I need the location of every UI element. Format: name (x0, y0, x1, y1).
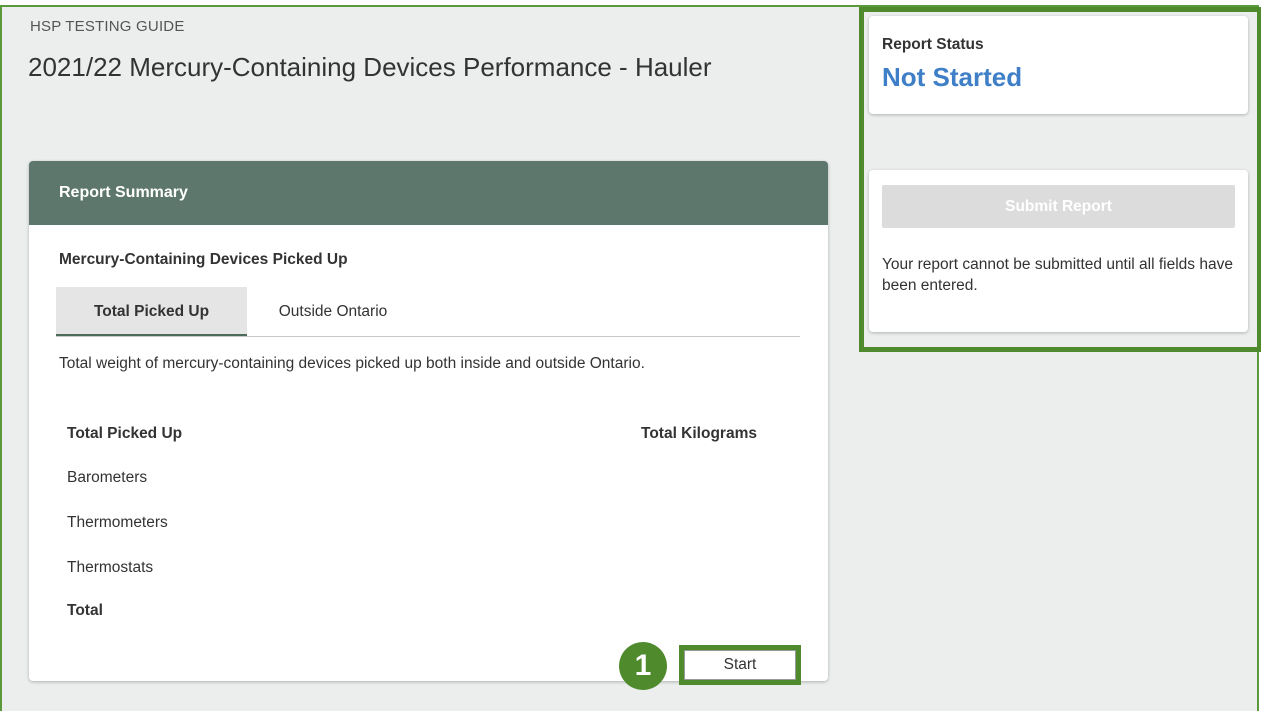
table-row-barometers: Barometers (67, 469, 148, 486)
submit-report-card: Submit Report Your report cannot be subm… (869, 170, 1248, 332)
submit-report-button[interactable]: Submit Report (882, 185, 1235, 228)
report-summary-heading: Report Summary (29, 161, 828, 225)
column-header-total-kilograms: Total Kilograms (641, 425, 757, 442)
table-row-thermometers: Thermometers (67, 514, 168, 531)
step-1-badge: 1 (619, 642, 667, 690)
guide-eyebrow: HSP TESTING GUIDE (30, 18, 185, 35)
page-frame: HSP TESTING GUIDE 2021/22 Mercury-Contai… (0, 5, 1261, 711)
report-status-value: Not Started (882, 62, 1023, 92)
submit-report-note: Your report cannot be submitted until al… (882, 256, 1233, 294)
page-title: 2021/22 Mercury-Containing Devices Perfo… (28, 52, 712, 82)
column-header-total-picked-up: Total Picked Up (67, 425, 183, 442)
tab-outside-ontario[interactable]: Outside Ontario (247, 287, 419, 336)
tab-description: Total weight of mercury-containing devic… (59, 355, 645, 372)
report-status-label: Report Status (882, 36, 984, 53)
report-summary-card: Report Summary Mercury-Containing Device… (29, 161, 828, 690)
table-row-total: Total (67, 602, 103, 619)
start-button-highlight: Start (679, 645, 801, 685)
section-title: Mercury-Containing Devices Picked Up (59, 251, 348, 268)
start-button[interactable]: Start (684, 650, 796, 680)
table-row-thermostats: Thermostats (67, 559, 154, 576)
report-status-card: Report Status Not Started (869, 16, 1248, 114)
summary-tabs: Total Picked Up Outside Ontario (56, 287, 800, 337)
tab-total-picked-up[interactable]: Total Picked Up (56, 287, 247, 336)
